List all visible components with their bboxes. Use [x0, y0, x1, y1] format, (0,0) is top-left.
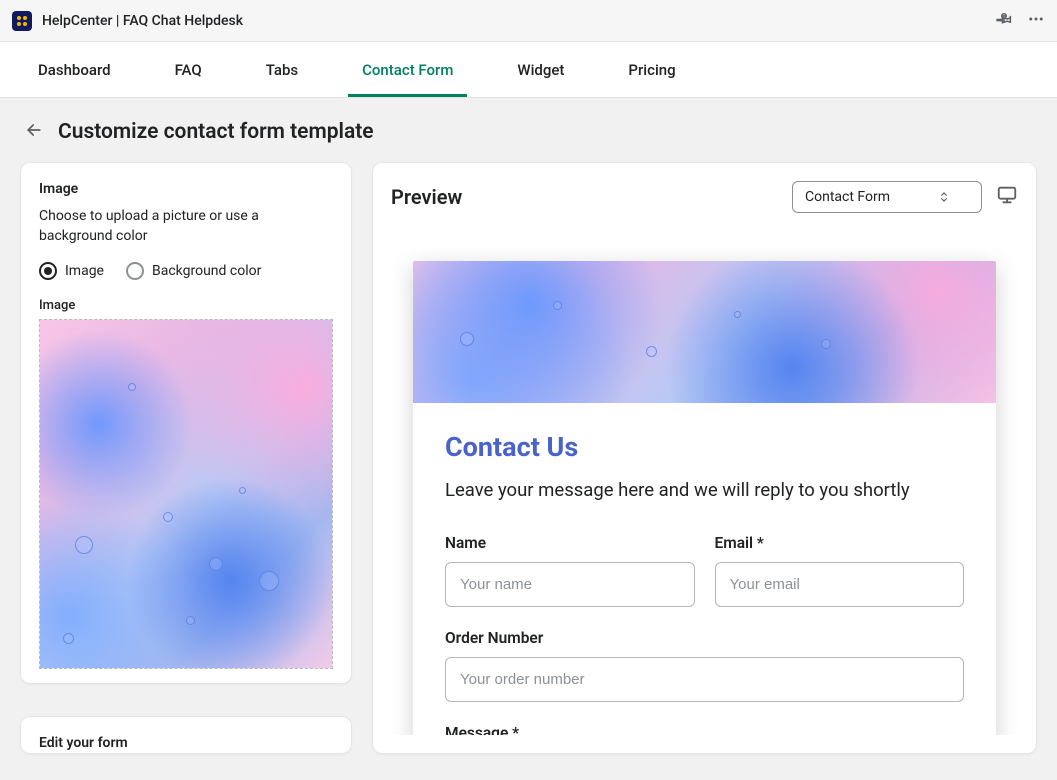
pin-icon[interactable]: [995, 10, 1013, 32]
select-chevron-icon: [937, 190, 951, 204]
preview-head: Preview Contact Form: [391, 181, 1018, 213]
contact-form-preview: Contact Us Leave your message here and w…: [413, 261, 996, 735]
tabs-bar: Dashboard FAQ Tabs Contact Form Widget P…: [0, 42, 1057, 98]
radio-background-color[interactable]: Background color: [126, 262, 261, 280]
email-field-wrap: Email *: [715, 534, 965, 607]
form-heading: Contact Us: [445, 431, 964, 463]
tab-pricing[interactable]: Pricing: [614, 44, 689, 96]
name-input[interactable]: [445, 562, 695, 607]
image-settings-card: Image Choose to upload a picture or use …: [20, 162, 352, 684]
topbar: HelpCenter | FAQ Chat Helpdesk: [0, 0, 1057, 42]
order-label: Order Number: [445, 629, 964, 647]
tab-widget[interactable]: Widget: [503, 44, 578, 96]
edit-form-card: Edit your form: [20, 716, 352, 754]
topbar-left: HelpCenter | FAQ Chat Helpdesk: [12, 11, 243, 31]
message-field-wrap: Message *: [445, 724, 964, 735]
section-title: Edit your form: [39, 735, 333, 751]
form-body: Contact Us Leave your message here and w…: [413, 403, 996, 735]
section-title: Image: [39, 181, 333, 197]
desktop-device-icon[interactable]: [996, 184, 1018, 210]
content: Image Choose to upload a picture or use …: [0, 162, 1057, 774]
name-label: Name: [445, 534, 695, 552]
order-input[interactable]: [445, 657, 964, 702]
name-field-wrap: Name: [445, 534, 695, 607]
image-mode-radio-group: Image Background color: [39, 262, 333, 280]
form-row: Order Number: [445, 629, 964, 702]
preview-card: Preview Contact Form: [372, 162, 1037, 754]
page-title: Customize contact form template: [58, 120, 374, 144]
back-icon[interactable]: [24, 120, 44, 144]
radio-image[interactable]: Image: [39, 262, 104, 280]
image-upload-box[interactable]: [39, 319, 333, 669]
preview-select-value: Contact Form: [805, 189, 890, 205]
preview-head-right: Contact Form: [792, 181, 1018, 213]
preview-title: Preview: [391, 185, 462, 209]
page-header: Customize contact form template: [0, 98, 1057, 162]
preview-page-select[interactable]: Contact Form: [792, 181, 982, 213]
radio-image-label: Image: [65, 263, 104, 279]
message-label: Message *: [445, 724, 964, 735]
tab-dashboard[interactable]: Dashboard: [24, 44, 125, 96]
radio-dot-icon: [39, 262, 57, 280]
upload-label: Image: [39, 298, 333, 313]
preview-scroll[interactable]: Contact Us Leave your message here and w…: [391, 231, 1018, 735]
left-column: Image Choose to upload a picture or use …: [20, 162, 352, 754]
more-icon[interactable]: [1027, 10, 1045, 32]
tab-contact-form[interactable]: Contact Form: [348, 44, 467, 96]
form-sub: Leave your message here and we will repl…: [445, 477, 964, 504]
form-hero-image: [413, 261, 996, 403]
tab-tabs[interactable]: Tabs: [252, 44, 312, 96]
form-row: Message *: [445, 724, 964, 735]
image-decorative-bubbles: [40, 320, 332, 668]
section-subtitle: Choose to upload a picture or use a back…: [39, 207, 333, 246]
order-field-wrap: Order Number: [445, 629, 964, 702]
tab-faq[interactable]: FAQ: [161, 44, 216, 96]
radio-bg-label: Background color: [152, 263, 261, 279]
form-row: Name Email *: [445, 534, 964, 607]
app-title: HelpCenter | FAQ Chat Helpdesk: [42, 13, 243, 29]
email-input[interactable]: [715, 562, 965, 607]
topbar-right: [995, 10, 1045, 32]
email-label: Email *: [715, 534, 965, 552]
app-logo: [12, 11, 32, 31]
radio-empty-icon: [126, 262, 144, 280]
